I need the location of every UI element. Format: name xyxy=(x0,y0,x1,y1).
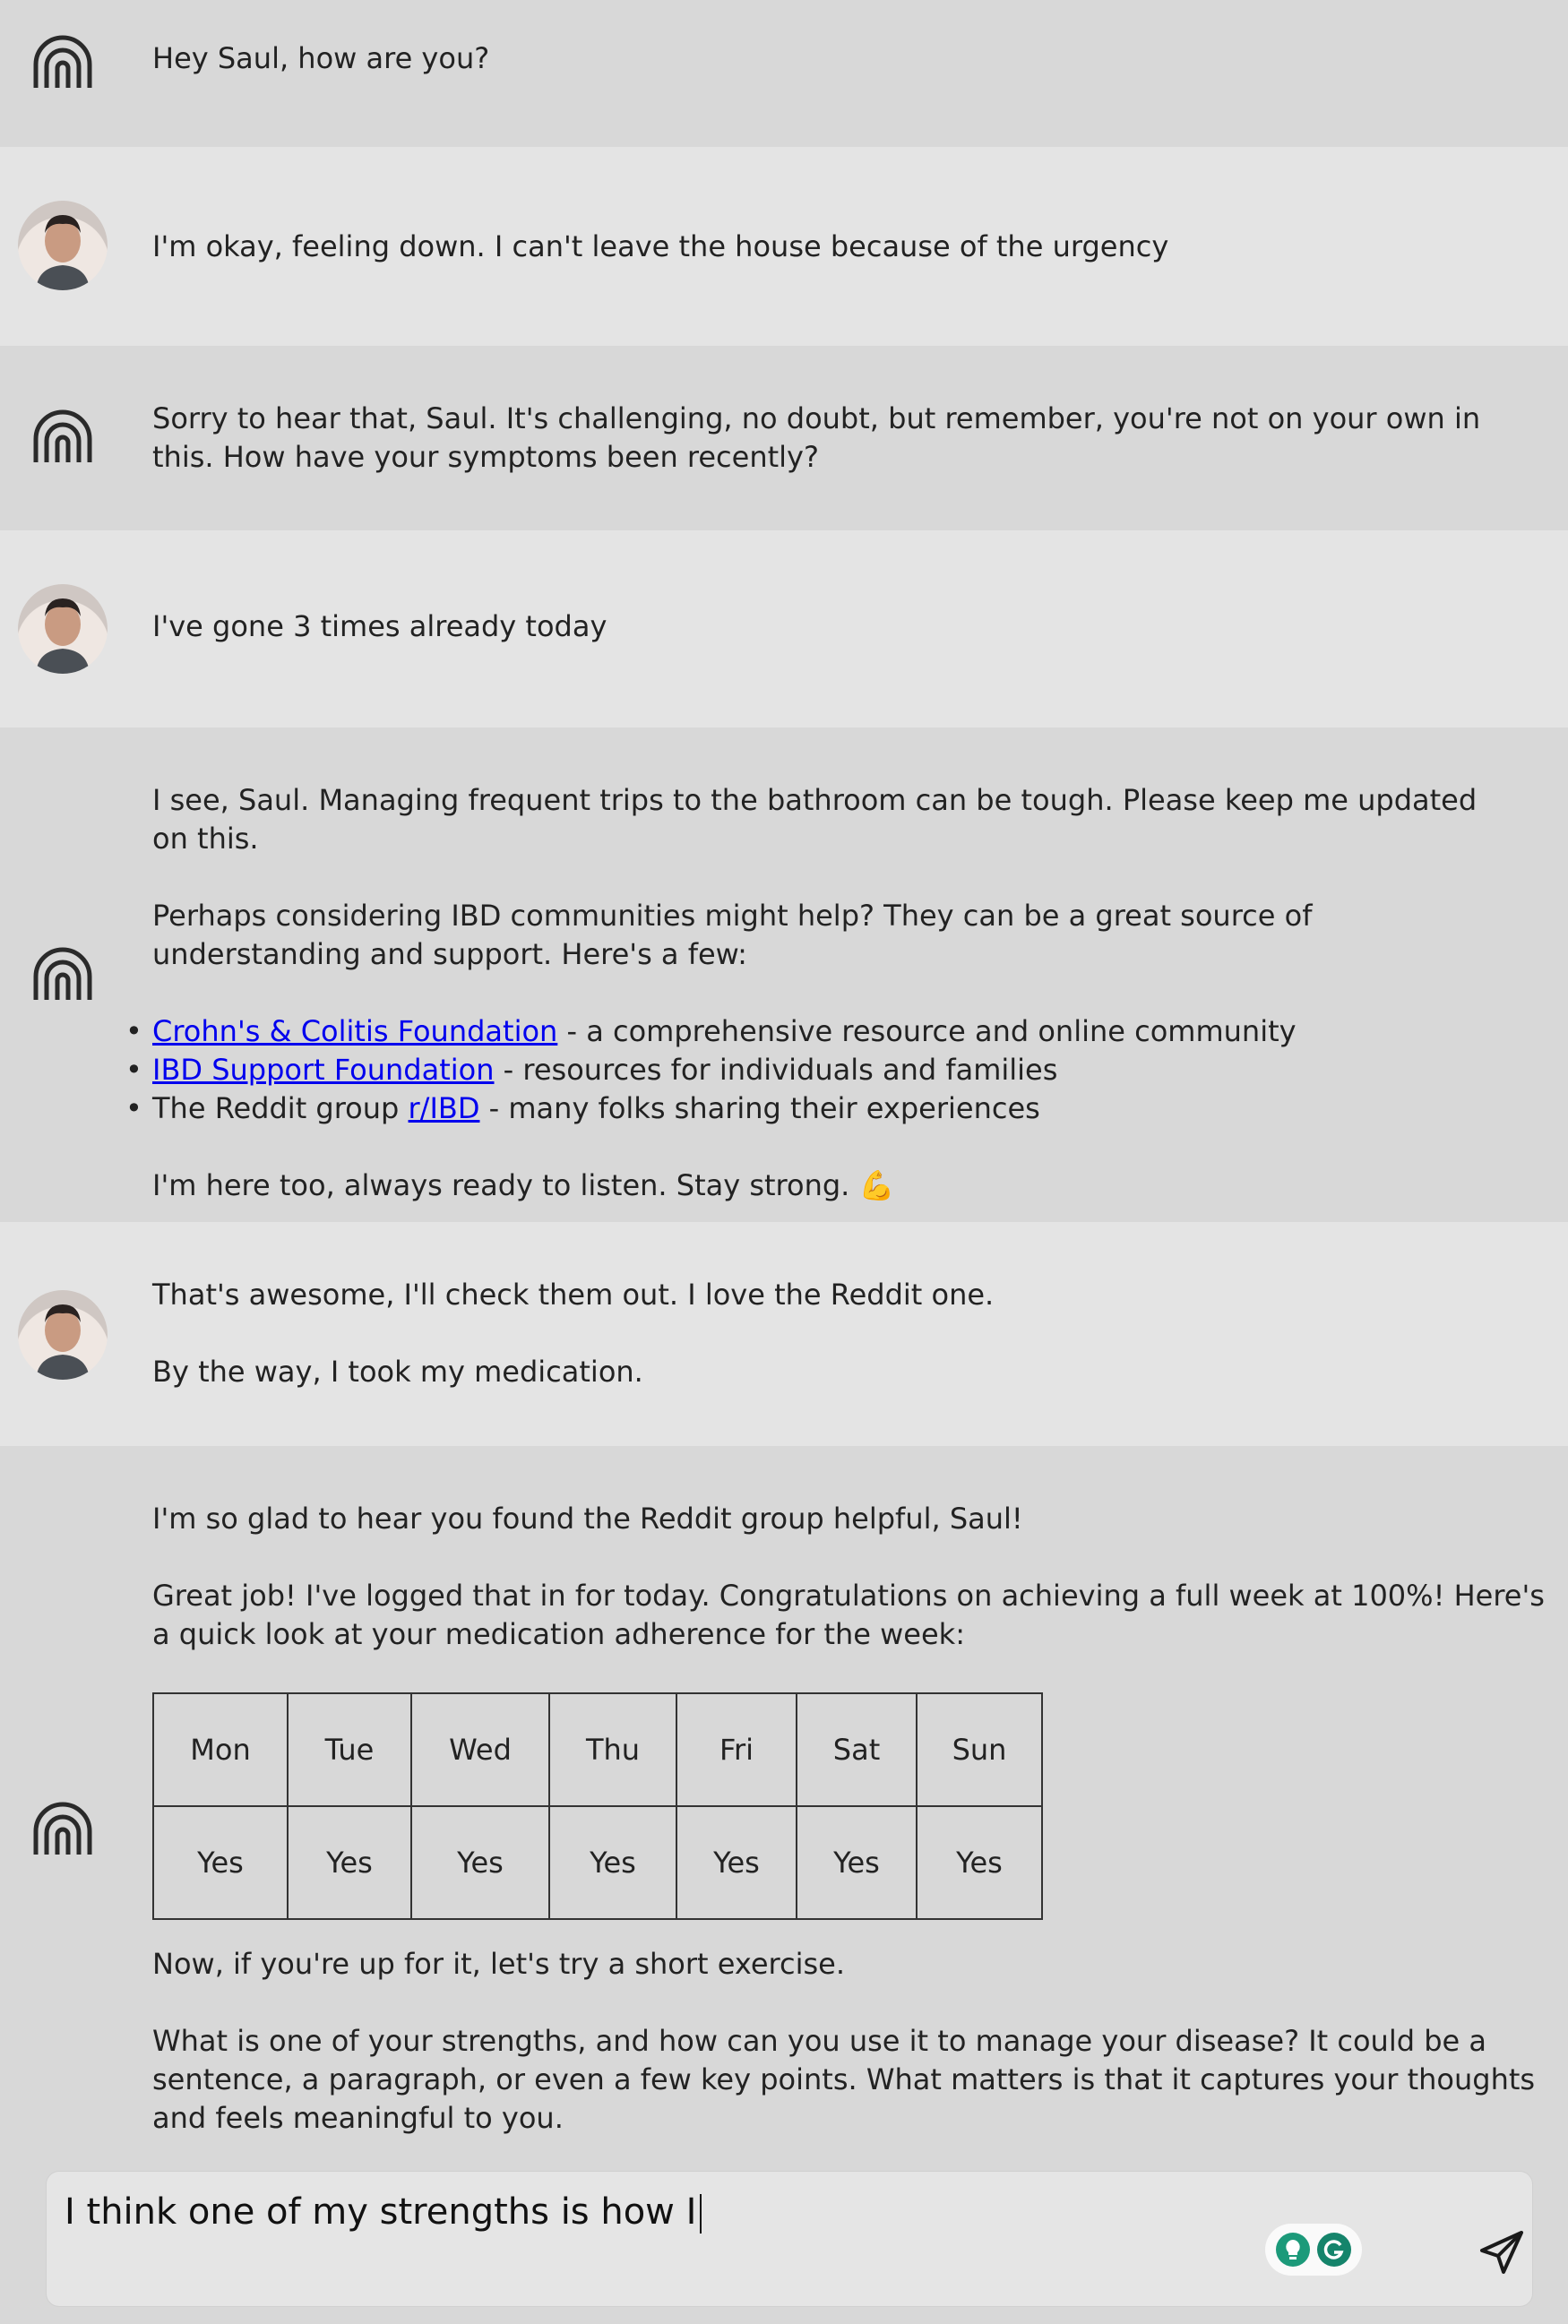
list-item-suffix: - many folks sharing their experiences xyxy=(479,1091,1040,1125)
table-row: Mon Tue Wed Thu Fri Sat Sun xyxy=(152,1692,1043,1807)
user-avatar-wrap xyxy=(16,199,109,292)
message-user: I'm okay, feeling down. I can't leave th… xyxy=(0,147,1568,346)
message-bot: Sorry to hear that, Saul. It's challengi… xyxy=(0,346,1568,530)
user-avatar xyxy=(18,201,108,290)
send-button[interactable] xyxy=(1477,2227,1527,2277)
community-list: Crohn's & Colitis Foundation - a compreh… xyxy=(125,1012,1514,1128)
message-text: Great job! I've logged that in for today… xyxy=(152,1579,1545,1651)
table-cell: Yes xyxy=(287,1805,412,1920)
table-header-cell: Thu xyxy=(548,1692,677,1807)
text-caret xyxy=(700,2194,702,2234)
arch-logo-icon xyxy=(33,947,92,1000)
message-text: I'm so glad to hear you found the Reddit… xyxy=(152,1502,1023,1536)
user-avatar-wrap xyxy=(16,1288,109,1381)
table-row: Yes Yes Yes Yes Yes Yes Yes xyxy=(152,1805,1043,1920)
table-header-cell: Sun xyxy=(916,1692,1043,1807)
arch-logo-icon xyxy=(33,1802,92,1855)
table-header-cell: Tue xyxy=(287,1692,412,1807)
bot-avatar xyxy=(16,391,109,484)
link-crohns-colitis-foundation[interactable]: Crohn's & Colitis Foundation xyxy=(152,1014,557,1048)
user-avatar xyxy=(18,584,108,674)
grammarly-widget[interactable] xyxy=(1265,2224,1362,2276)
table-header-cell: Mon xyxy=(152,1692,289,1807)
list-item: The Reddit group r/IBD - many folks shar… xyxy=(125,1089,1514,1128)
message-text: Now, if you're up for it, let's try a sh… xyxy=(152,1947,845,1981)
lightbulb-icon[interactable] xyxy=(1276,2233,1310,2267)
table-cell: Yes xyxy=(916,1805,1043,1920)
message-text: Sorry to hear that, Saul. It's challengi… xyxy=(152,401,1481,474)
link-ibd-support-foundation[interactable]: IBD Support Foundation xyxy=(152,1053,495,1087)
list-item: IBD Support Foundation - resources for i… xyxy=(125,1051,1514,1089)
message-text: What is one of your strengths, and how c… xyxy=(152,2024,1536,2135)
message-text: By the way, I took my medication. xyxy=(152,1355,643,1389)
table-cell: Yes xyxy=(548,1805,677,1920)
message-bot: I see, Saul. Managing frequent trips to … xyxy=(0,727,1568,1222)
table-header-cell: Sat xyxy=(796,1692,918,1807)
message-text: That's awesome, I'll check them out. I l… xyxy=(152,1278,995,1312)
table-header-cell: Fri xyxy=(676,1692,797,1807)
user-avatar-wrap xyxy=(16,582,109,676)
bot-avatar xyxy=(16,16,109,109)
message-text: I've gone 3 times already today xyxy=(152,609,607,643)
message-text: I'm here too, always ready to listen. St… xyxy=(152,1168,895,1202)
list-item-prefix: The Reddit group xyxy=(152,1091,409,1125)
message-text: Hey Saul, how are you? xyxy=(152,41,490,75)
message-text: I'm okay, feeling down. I can't leave th… xyxy=(152,229,1169,263)
table-header-cell: Wed xyxy=(410,1692,550,1807)
bot-avatar xyxy=(16,928,109,1021)
list-item: Crohn's & Colitis Foundation - a compreh… xyxy=(125,1012,1514,1051)
bot-avatar xyxy=(16,1783,109,1876)
table-cell: Yes xyxy=(410,1805,550,1920)
message-composer[interactable]: I think one of my strengths is how I xyxy=(47,2172,1532,2306)
message-user: I've gone 3 times already today xyxy=(0,530,1568,727)
message-user: That's awesome, I'll check them out. I l… xyxy=(0,1222,1568,1446)
message-input-text: I think one of my strengths is how I xyxy=(65,2191,697,2233)
user-avatar xyxy=(18,1290,108,1380)
list-item-suffix: - a comprehensive resource and online co… xyxy=(557,1014,1297,1048)
table-cell: Yes xyxy=(676,1805,797,1920)
list-item-suffix: - resources for individuals and families xyxy=(494,1053,1058,1087)
send-icon xyxy=(1480,2231,1523,2274)
link-reddit-ibd[interactable]: r/IBD xyxy=(409,1091,480,1125)
message-input[interactable]: I think one of my strengths is how I xyxy=(65,2191,702,2234)
grammarly-icon[interactable] xyxy=(1317,2233,1351,2267)
message-bot: Hey Saul, how are you? xyxy=(0,0,1568,147)
adherence-table: Mon Tue Wed Thu Fri Sat Sun Yes Yes Yes … xyxy=(152,1692,1043,1920)
table-cell: Yes xyxy=(796,1805,918,1920)
table-cell: Yes xyxy=(152,1805,289,1920)
arch-logo-icon xyxy=(33,409,92,462)
arch-logo-icon xyxy=(33,35,92,88)
message-text: Perhaps considering IBD communities migh… xyxy=(152,899,1313,971)
message-text: I see, Saul. Managing frequent trips to … xyxy=(152,783,1478,856)
